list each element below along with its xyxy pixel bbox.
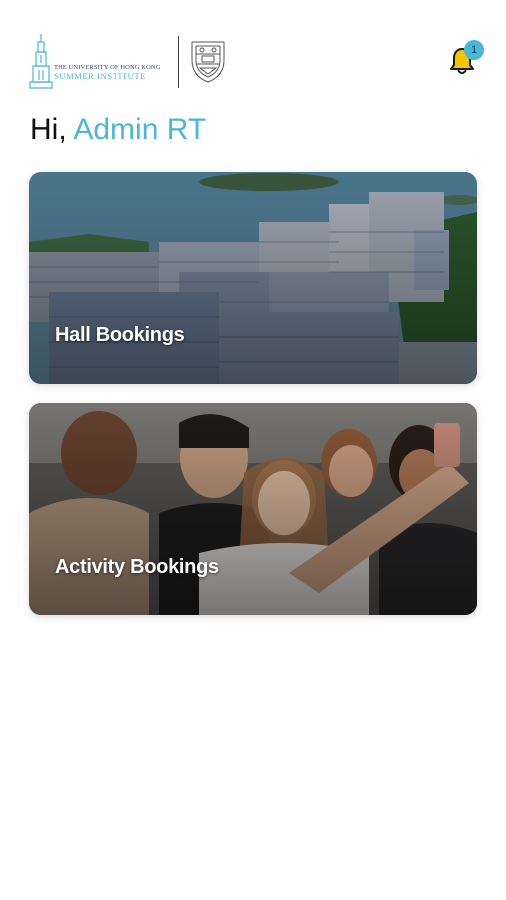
activity-bookings-card[interactable]: Activity Bookings xyxy=(29,403,477,615)
greeting-heading: Hi, Admin RT xyxy=(30,110,206,150)
user-name: Admin RT xyxy=(73,113,207,146)
notification-count-badge: 1 xyxy=(464,40,484,60)
hall-campus-image xyxy=(29,172,477,384)
home-screen: THE UNIVERSITY OF HONG KONG SUMMER INSTI… xyxy=(0,0,506,900)
activity-bookings-title: Activity Bookings xyxy=(55,556,219,578)
hall-bookings-title: Hall Bookings xyxy=(55,324,185,346)
greeting-prefix: Hi, xyxy=(30,113,67,146)
logo-divider xyxy=(178,36,179,88)
hku-summer-institute-logo: THE UNIVERSITY OF HONG KONG SUMMER INSTI… xyxy=(28,30,228,90)
university-crest-icon xyxy=(191,41,225,83)
logo-university-text: THE UNIVERSITY OF HONG KONG xyxy=(54,64,161,71)
activity-students-image xyxy=(29,403,477,615)
logo-summer-institute-text: SUMMER INSTITUTE xyxy=(54,71,147,81)
hall-bookings-card[interactable]: Hall Bookings xyxy=(29,172,477,384)
tower-logo-icon xyxy=(29,34,53,89)
app-header: THE UNIVERSITY OF HONG KONG SUMMER INSTI… xyxy=(28,30,488,90)
